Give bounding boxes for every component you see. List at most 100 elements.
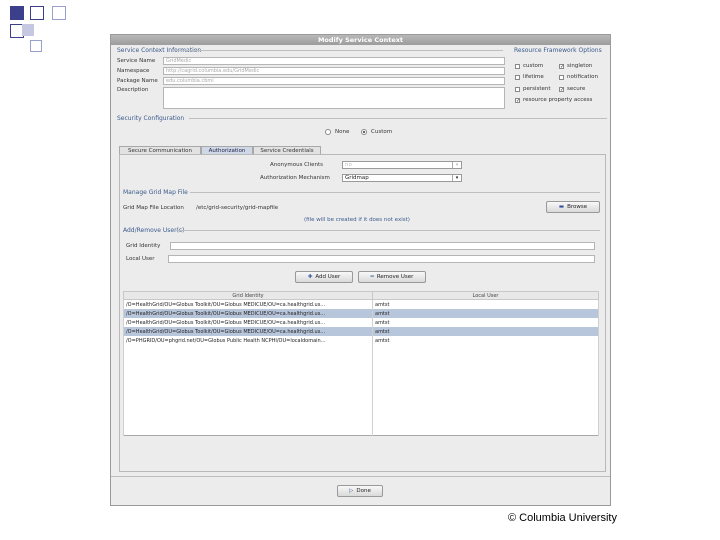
decor-square-icon (10, 6, 24, 20)
copyright-text: © Columbia University (508, 512, 617, 524)
anonymous-clients-value: no (345, 162, 352, 168)
empty-table-row (123, 354, 599, 363)
empty-cell (372, 417, 599, 426)
modify-service-context-window: Modify Service Context Service Context I… (110, 34, 611, 506)
lifetime-checkbox[interactable] (515, 75, 520, 80)
authorization-mechanism-value: Gridmap (345, 175, 369, 181)
table-row[interactable]: /O=HealthGrid/OU=Globus Toolkit/OU=Globu… (123, 309, 599, 318)
empty-cell (123, 372, 373, 381)
table-row[interactable]: /O=HealthGrid/OU=Globus Toolkit/OU=Globu… (123, 318, 599, 327)
plus-icon: ✚ (307, 274, 313, 280)
decor-square-icon (52, 6, 66, 20)
empty-cell (123, 417, 373, 426)
package-name-label: Package Name (117, 78, 158, 84)
footer-divider (111, 476, 610, 477)
lifetime-option-label: lifetime (523, 74, 544, 80)
notification-checkbox[interactable] (559, 75, 564, 80)
custom-checkbox[interactable] (515, 64, 520, 69)
empty-cell (372, 363, 599, 372)
minus-icon: ━ (370, 274, 374, 280)
chevron-down-icon: ▾ (452, 175, 461, 181)
description-field[interactable] (163, 87, 505, 109)
local-user-cell: amtst (372, 309, 599, 318)
empty-cell (123, 390, 373, 399)
persistent-option-label: persistent (523, 86, 551, 92)
section-divider (190, 192, 600, 193)
chevron-down-icon: ▾ (452, 162, 461, 168)
local-user-cell: amtst (372, 318, 599, 327)
empty-table-row (123, 390, 599, 399)
empty-table-row (123, 363, 599, 372)
browse-button[interactable]: ▬ Browse (546, 201, 600, 213)
grid-identity-cell: /O=PHGRID/OU=phgrid.net/OU=Globus Public… (123, 336, 373, 345)
grid-identity-cell: /O=HealthGrid/OU=Globus Toolkit/OU=Globu… (123, 299, 373, 309)
column-header-grid-identity[interactable]: Grid Identity (123, 291, 373, 300)
remove-user-button[interactable]: ━ Remove User (358, 271, 426, 283)
none-radio[interactable] (325, 129, 331, 135)
play-icon: ▷ (349, 488, 354, 494)
tab-service-credentials[interactable]: Service Credentials (253, 146, 321, 154)
notification-option-label: notification (567, 74, 598, 80)
empty-cell (372, 345, 599, 354)
table-row[interactable]: /O=HealthGrid/OU=Globus Toolkit/OU=Globu… (123, 327, 599, 336)
grid-map-location-label: Grid Map File Location (123, 205, 184, 211)
section-divider (173, 50, 503, 51)
grid-map-section-label: Manage Grid Map File (123, 189, 188, 196)
decor-square-icon (30, 40, 42, 52)
done-button[interactable]: ▷ Done (337, 485, 383, 497)
table-row[interactable]: /O=HealthGrid/OU=Globus Toolkit/OU=Globu… (123, 299, 599, 309)
window-title: Modify Service Context (111, 35, 610, 45)
secure-checkbox[interactable]: ✓ (559, 87, 564, 93)
local-user-label: Local User (126, 256, 155, 262)
custom-radio[interactable] (361, 129, 367, 135)
browse-button-label: Browse (567, 204, 588, 210)
empty-cell (372, 381, 599, 390)
done-button-label: Done (356, 488, 371, 494)
resource-property-access-option-label: resource property access (523, 97, 593, 103)
anonymous-clients-select[interactable]: no ▾ (342, 161, 462, 169)
tab-authorization[interactable]: Authorization (201, 146, 253, 154)
add-user-button[interactable]: ✚ Add User (295, 271, 353, 283)
decor-square-icon (30, 6, 44, 20)
grid-map-location-value: /etc/grid-security/grid-mapfile (196, 205, 279, 211)
description-label: Description (117, 87, 149, 93)
empty-table-row (123, 372, 599, 381)
grid-identity-cell: /O=HealthGrid/OU=Globus Toolkit/OU=Globu… (123, 309, 373, 318)
persistent-checkbox[interactable] (515, 87, 520, 92)
custom-radio-label: Custom (371, 129, 393, 135)
service-name-label: Service Name (117, 58, 156, 64)
custom-option-label: custom (523, 63, 544, 69)
anonymous-clients-label: Anonymous Clients (270, 162, 323, 168)
empty-cell (123, 345, 373, 354)
empty-cell (123, 408, 373, 417)
tab-secure-communication[interactable]: Secure Communication (119, 146, 201, 154)
empty-cell (123, 381, 373, 390)
package-name-field[interactable]: edu.columbia.cbmi (163, 77, 505, 85)
empty-table-row (123, 345, 599, 354)
secure-option-label: secure (567, 86, 586, 92)
folder-icon: ▬ (558, 204, 565, 210)
section-divider (176, 230, 600, 231)
table-row[interactable]: /O=PHGRID/OU=phgrid.net/OU=Globus Public… (123, 336, 599, 345)
grid-identity-input[interactable] (170, 242, 595, 250)
resource-framework-section-label: Resource Framework Options (514, 47, 602, 54)
local-user-input[interactable] (168, 255, 595, 263)
grid-identity-cell: /O=HealthGrid/OU=Globus Toolkit/OU=Globu… (123, 318, 373, 327)
empty-cell (372, 354, 599, 363)
security-section-label: Security Configuration (117, 115, 185, 122)
authorization-mechanism-select[interactable]: Gridmap ▾ (342, 174, 462, 182)
grid-identity-cell: /O=HealthGrid/OU=Globus Toolkit/OU=Globu… (123, 327, 373, 336)
empty-table-row (123, 381, 599, 390)
column-header-local-user[interactable]: Local User (372, 291, 599, 300)
singleton-checkbox[interactable]: ✓ (559, 64, 564, 70)
resource-property-access-checkbox[interactable]: ✓ (515, 98, 520, 104)
empty-cell (372, 426, 599, 436)
empty-cell (123, 399, 373, 408)
local-user-cell: amtst (372, 299, 599, 309)
decor-square-icon (22, 24, 34, 36)
empty-table-row (123, 426, 599, 436)
service-name-field[interactable]: GridMedic (163, 57, 505, 65)
grid-map-note: (file will be created if it does not exi… (304, 217, 410, 223)
empty-table-row (123, 399, 599, 408)
namespace-field[interactable]: http://cagrid.columbia.edu/GridMedic (163, 67, 505, 75)
